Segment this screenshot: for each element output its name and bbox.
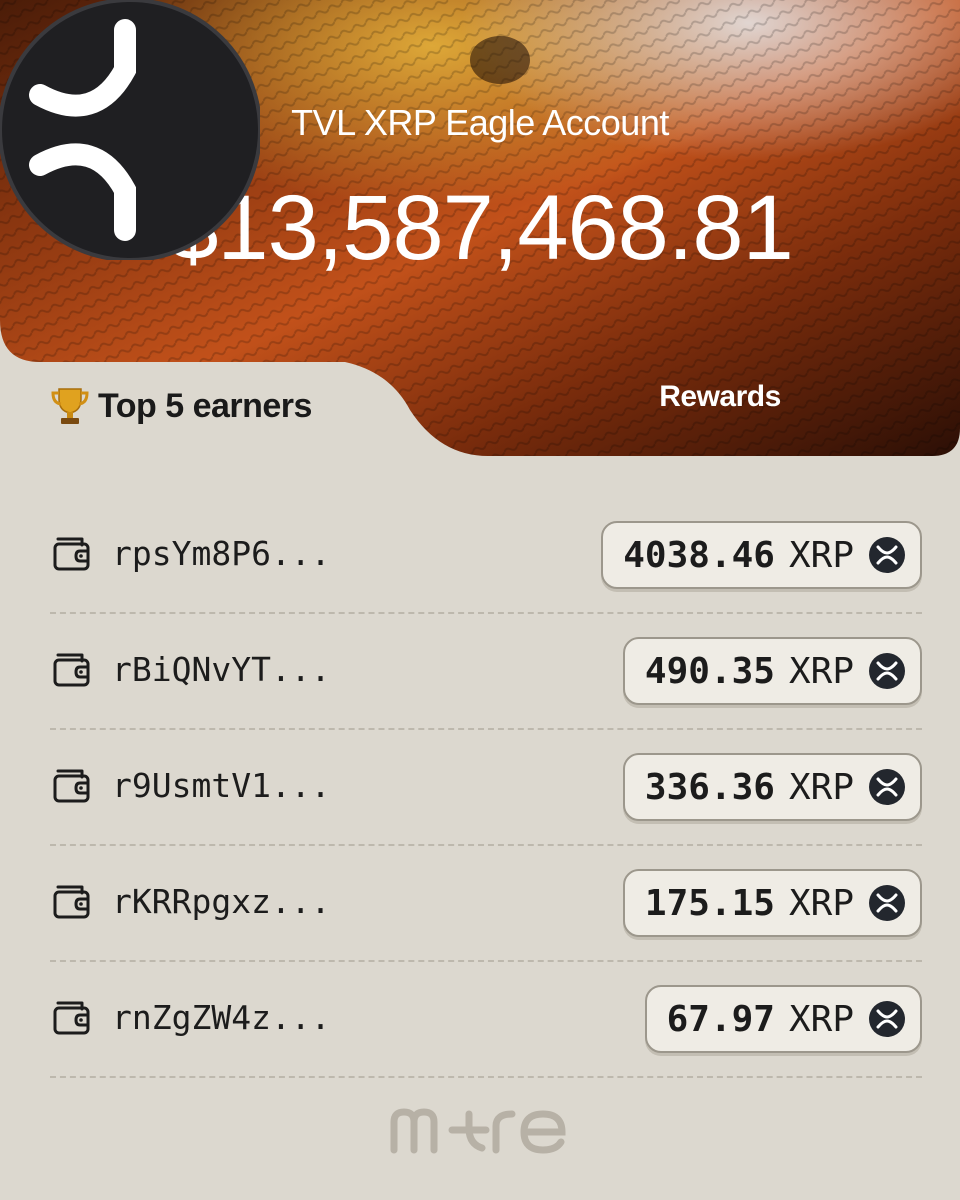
wallet-address: rpsYm8P6... bbox=[112, 534, 331, 573]
wallet-address: rKRRpgxz... bbox=[112, 882, 331, 921]
reward-amount: 490.35 bbox=[644, 650, 775, 692]
reward-amount-badge: 490.35 XRP bbox=[622, 637, 922, 705]
trophy-icon bbox=[51, 388, 89, 424]
wallet-icon bbox=[53, 653, 90, 687]
xrp-coin-icon bbox=[869, 537, 905, 573]
reward-amount: 67.97 bbox=[666, 998, 775, 1040]
reward-amount-badge: 67.97 XRP bbox=[644, 985, 922, 1053]
tab-rewards[interactable]: Rewards bbox=[600, 380, 840, 420]
reward-amount: 4038.46 bbox=[623, 534, 775, 576]
wallet-icon bbox=[53, 769, 90, 803]
xrp-coin-icon bbox=[869, 653, 905, 689]
xrp-coin-icon bbox=[869, 1001, 905, 1037]
wallet-icon bbox=[53, 885, 90, 919]
wallet-address: r9UsmtV1... bbox=[112, 766, 331, 805]
list-item: rBiQNvYT... 490.35 XRP bbox=[50, 614, 922, 730]
reward-amount: 175.15 bbox=[644, 882, 775, 924]
reward-unit: XRP bbox=[788, 882, 854, 924]
reward-amount-badge: 175.15 XRP bbox=[622, 869, 922, 937]
tab-top-earners-label: Top 5 earners bbox=[98, 386, 312, 425]
xrp-coin-icon bbox=[869, 885, 905, 921]
wallet-address: rnZgZW4z... bbox=[112, 998, 331, 1037]
wallet-icon bbox=[53, 1001, 90, 1035]
reward-unit: XRP bbox=[788, 650, 854, 692]
xrp-logo-icon bbox=[0, 0, 260, 260]
brand-logo bbox=[390, 1108, 566, 1154]
earners-list: rpsYm8P6... 4038.46 XRP rBiQNvYT... 490.… bbox=[50, 498, 922, 1078]
list-item: rpsYm8P6... 4038.46 XRP bbox=[50, 498, 922, 614]
reward-unit: XRP bbox=[788, 998, 854, 1040]
wallet-address: rBiQNvYT... bbox=[112, 650, 331, 689]
reward-amount-badge: 4038.46 XRP bbox=[601, 521, 922, 589]
reward-unit: XRP bbox=[788, 534, 854, 576]
reward-amount-badge: 336.36 XRP bbox=[622, 753, 922, 821]
list-item: rKRRpgxz... 175.15 XRP bbox=[50, 846, 922, 962]
list-item: rnZgZW4z... 67.97 XRP bbox=[50, 962, 922, 1078]
reward-amount: 336.36 bbox=[644, 766, 775, 808]
list-item: r9UsmtV1... 336.36 XRP bbox=[50, 730, 922, 846]
xrp-coin-icon bbox=[869, 769, 905, 805]
reward-unit: XRP bbox=[788, 766, 854, 808]
tab-top-earners[interactable]: Top 5 earners bbox=[50, 381, 312, 431]
wallet-icon bbox=[53, 537, 90, 571]
